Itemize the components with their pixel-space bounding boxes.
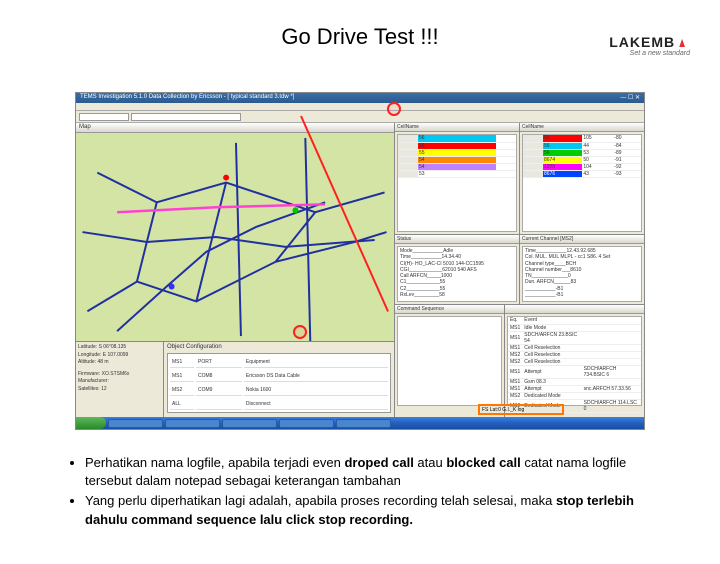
config-table[interactable]: MS1PORTEquipment MS1COM8Ericsson DS Data… <box>167 353 391 413</box>
table-row: MS1Cell Reselection <box>508 344 641 351</box>
config-title: Object Configuration <box>167 344 391 353</box>
toolbar-field[interactable] <box>79 113 129 121</box>
table-row: MS1COM8Ericsson DS Data Cable <box>170 370 388 382</box>
toolbar[interactable] <box>76 111 644 123</box>
table-row: MS1Attemptsnc.ARFCH 57.33.56 <box>508 385 641 392</box>
bullet-notes: Perhatikan nama logfile, apabila terjadi… <box>65 454 665 531</box>
table-row: MS2Cell Reselection <box>508 358 641 365</box>
task-button[interactable] <box>222 419 277 428</box>
task-button[interactable] <box>165 419 220 428</box>
toolbar-field[interactable] <box>131 113 241 121</box>
task-button[interactable] <box>108 419 163 428</box>
taskbar[interactable] <box>76 417 644 429</box>
table-row: MS1AttemptSDCH/ARFCH 734.BSIC 6 <box>508 365 641 378</box>
object-configuration-pane: Object Configuration MS1PORTEquipment MS… <box>164 342 394 419</box>
task-button[interactable] <box>336 419 391 428</box>
task-button[interactable] <box>279 419 334 428</box>
gps-status-pane: Latitude: S 06°08.135 Longitude: E 107.0… <box>76 342 164 419</box>
command-sequence-pane[interactable]: Command Sequence <box>395 305 505 419</box>
window-controls[interactable]: — ☐ ✕ <box>620 94 640 102</box>
table-row: MS2COM9Nokia 1600 <box>170 384 388 396</box>
table-row: ALLDisconnect <box>170 398 388 410</box>
list-item: Yang perlu diperhatikan lagi adalah, apa… <box>85 492 665 528</box>
table-row: MS1SDCH/ARFCN 23.BSIC 54 <box>508 331 641 344</box>
annotation-highlight-box: FS Lat:0 G.l._K log <box>478 404 564 415</box>
annotation-circle-icon <box>387 102 401 116</box>
brand-name: LAKEMB▲ <box>609 34 690 50</box>
table-row: MS1PORTEquipment <box>170 356 388 368</box>
table-row: MS2Cell Reselection <box>508 351 641 358</box>
menubar[interactable] <box>76 103 644 111</box>
start-button[interactable] <box>76 417 106 429</box>
map-tab[interactable]: Map <box>76 123 394 133</box>
map-pane[interactable]: Map <box>76 123 394 341</box>
map-canvas[interactable] <box>76 133 394 341</box>
cellname-grid-left[interactable]: CellName 56 56 55 54 54 53 <box>395 123 520 234</box>
status-text-pane: Status Mode___________Adle Time_________… <box>395 235 520 304</box>
table-row: MS1Idle Mode <box>508 324 641 331</box>
map-roads-icon <box>76 133 394 341</box>
table-row: MS1Gsm 08.3 <box>508 378 641 385</box>
table-row: MS2Dedicated Mode <box>508 392 641 399</box>
cellname-grid-right[interactable]: CellName 55105-80 5644-84 5653-89 867450… <box>520 123 644 234</box>
app-screenshot: TEMS Investigation 5.1.0 Data Collection… <box>75 92 645 430</box>
list-item: Perhatikan nama logfile, apabila terjadi… <box>85 454 665 490</box>
brand-logo: LAKEMB▲ Set a new standard <box>609 34 690 57</box>
window-titlebar: TEMS Investigation 5.1.0 Data Collection… <box>76 93 644 103</box>
annotation-circle-icon <box>293 325 307 339</box>
brand-tagline: Set a new standard <box>609 50 690 57</box>
window-title: TEMS Investigation 5.1.0 Data Collection… <box>80 94 294 102</box>
events-pane[interactable]: Eq.Event MS1Idle Mode MS1SDCH/ARFCN 23.B… <box>505 305 644 419</box>
channel-text-pane: Current Channel [MS2] Time___________12.… <box>520 235 644 304</box>
